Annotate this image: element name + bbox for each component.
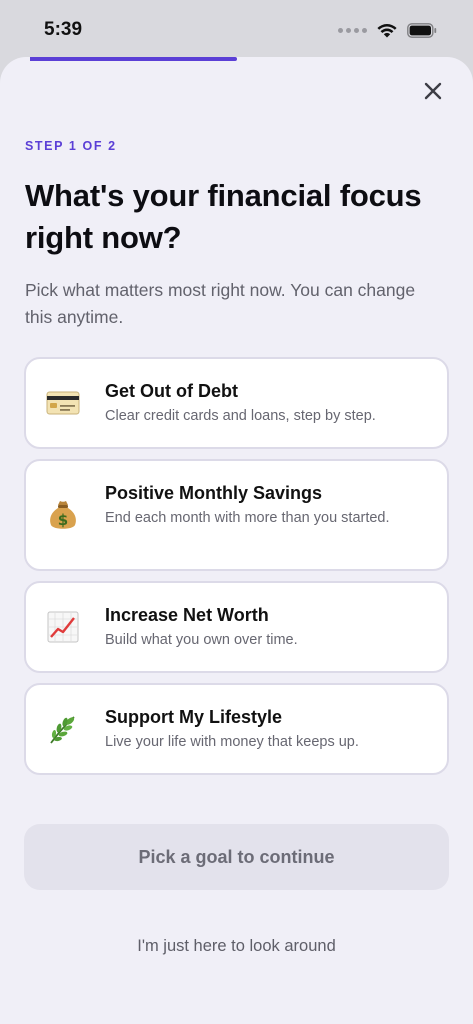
money-bag-icon: $ xyxy=(46,498,80,532)
option-increase-net-worth[interactable]: Increase Net Worth Build what you own ov… xyxy=(24,581,449,673)
option-title: Support My Lifestyle xyxy=(105,707,283,727)
wifi-icon xyxy=(377,23,397,38)
svg-text:$: $ xyxy=(58,511,68,529)
battery-icon xyxy=(407,22,437,38)
signal-dots-icon xyxy=(338,27,367,33)
option-description: Live your life with money that keeps up. xyxy=(105,734,359,750)
close-icon xyxy=(424,82,442,100)
option-support-my-lifestyle[interactable]: Support My Lifestyle Live your life with… xyxy=(24,683,449,775)
chart-increasing-icon xyxy=(46,610,80,644)
status-bar: 5:39 xyxy=(0,0,473,60)
status-icons xyxy=(338,22,437,38)
option-title: Get Out of Debt xyxy=(105,381,238,401)
option-positive-monthly-savings[interactable]: $ Positive Monthly Savings End each mont… xyxy=(24,459,449,571)
credit-card-icon xyxy=(46,386,80,420)
option-description: Build what you own over time. xyxy=(105,632,298,648)
progress-bar xyxy=(0,57,473,61)
herb-leaf-icon xyxy=(46,712,80,746)
status-time: 5:39 xyxy=(44,19,83,40)
option-description: Clear credit cards and loans, step by st… xyxy=(105,408,376,424)
option-description: End each month with more than you starte… xyxy=(105,510,390,526)
progress-fill xyxy=(30,57,237,61)
page-subtitle: Pick what matters most right now. You ca… xyxy=(25,280,416,327)
page-title: What's your financial focus right now? xyxy=(25,178,422,255)
continue-button[interactable]: Pick a goal to continue xyxy=(24,824,449,890)
close-button[interactable] xyxy=(419,77,447,105)
step-label: STEP 1 OF 2 xyxy=(25,139,117,153)
option-get-out-of-debt[interactable]: Get Out of Debt Clear credit cards and l… xyxy=(24,357,449,449)
onboarding-sheet: STEP 1 OF 2 What's your financial focus … xyxy=(0,57,473,1024)
look-around-link[interactable]: I'm just here to look around xyxy=(0,937,473,956)
option-title: Increase Net Worth xyxy=(105,605,269,625)
option-title: Positive Monthly Savings xyxy=(105,483,323,503)
